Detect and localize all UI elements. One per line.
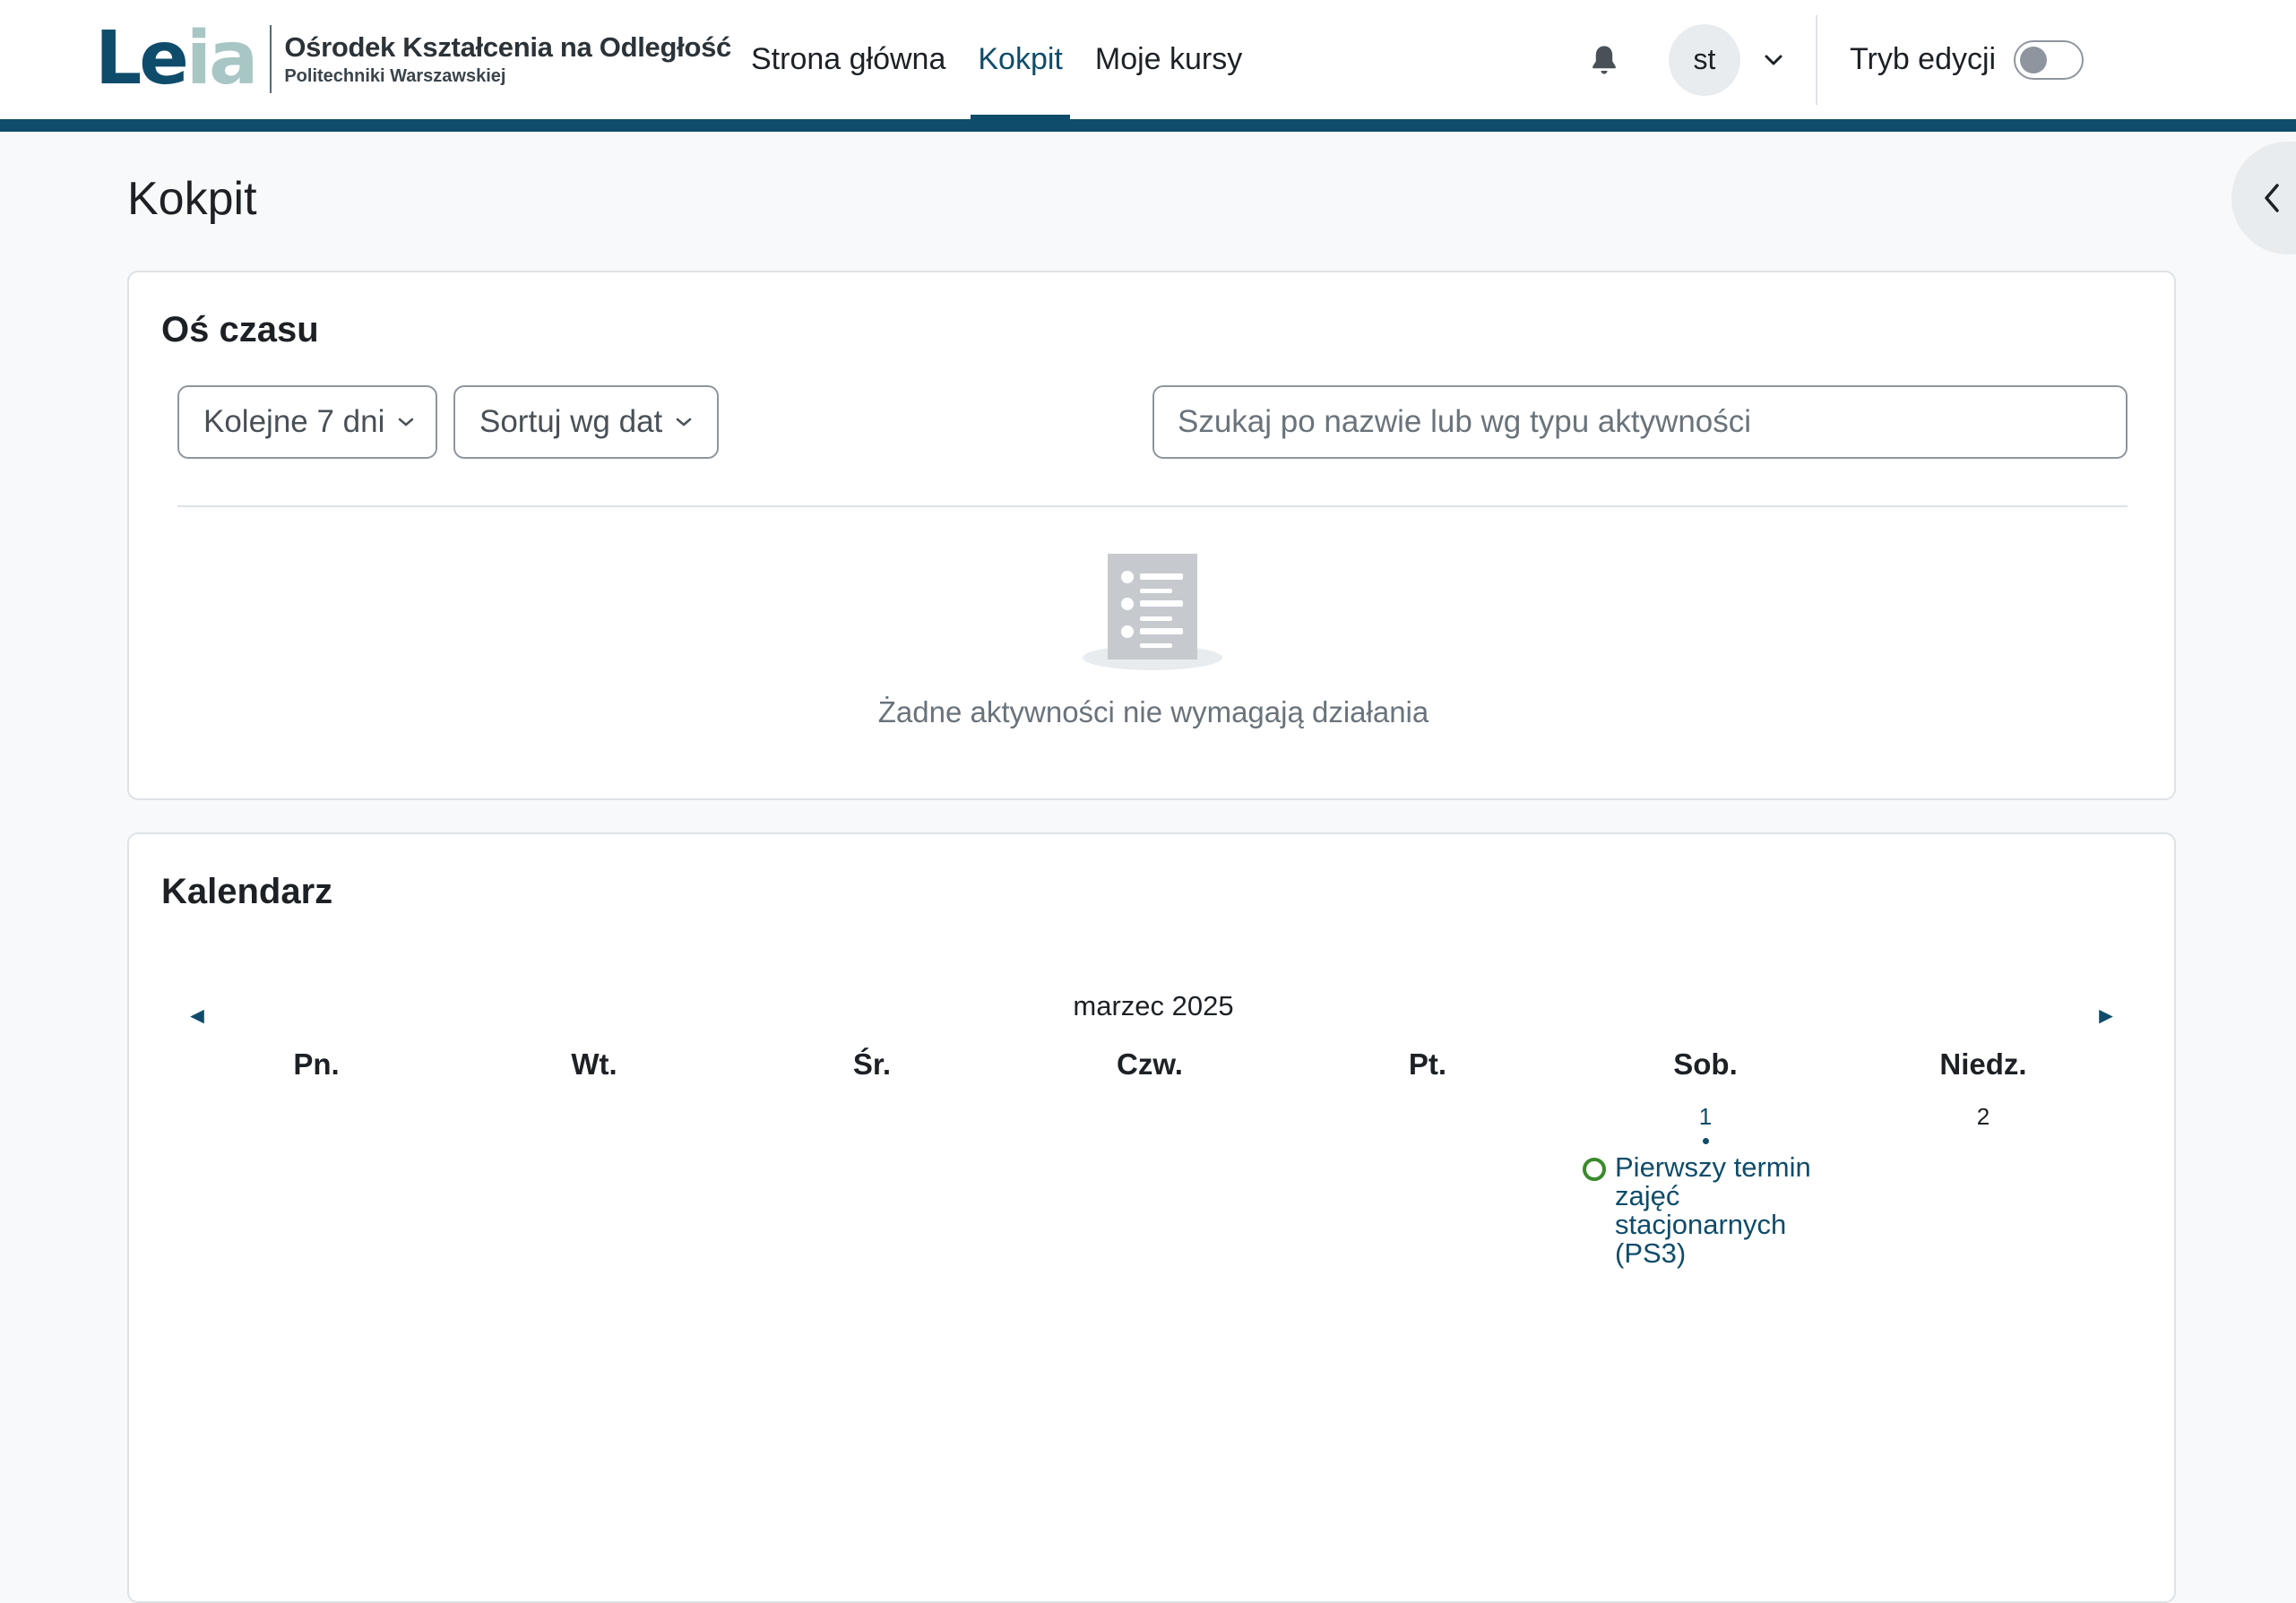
edit-mode-toggle-knob [2020, 46, 2048, 73]
timeline-search-input[interactable] [1152, 385, 2128, 459]
list-document-icon [1083, 554, 1222, 670]
timeline-sort-label: Sortuj wg dat [479, 404, 663, 439]
logo-divider [270, 25, 272, 93]
timeline-block: Oś czasu Kolejne 7 dni Sortuj wg dat Żad… [127, 271, 2176, 800]
page-title: Kokpit [127, 173, 257, 225]
navbar-user-area: st Tryb edycji [1577, 0, 2085, 119]
notifications-button[interactable] [1577, 33, 1631, 87]
brand-subtitle: Politechniki Warszawskiej [284, 65, 506, 86]
chevron-left-icon [2265, 184, 2279, 212]
edit-mode-label: Tryb edycji [1850, 42, 1997, 76]
weekday-label: Sob. [1673, 1047, 1738, 1081]
navbar-accent-bar [0, 119, 2296, 132]
chevron-down-icon [675, 417, 693, 427]
logo-text: Ośrodek Kształcenia na Odległość Politec… [284, 30, 731, 87]
calendar-block: Kalendarz ◄ marzec 2025 ► Pn. Wt. Śr. Cz… [127, 832, 2176, 1603]
chevron-down-icon [397, 417, 415, 427]
navbar-divider [1816, 14, 1817, 105]
calendar-day-cell: 2 [1844, 1103, 2122, 1282]
calendar-event-title: Pierwszy termin zajęć stacjonarnych (PS3… [1615, 1151, 1811, 1269]
nav-link-my-courses[interactable]: Moje kursy [1079, 0, 1258, 119]
edit-mode-toggle[interactable] [2014, 39, 2085, 80]
user-avatar[interactable]: st [1669, 23, 1740, 96]
open-block-drawer-button[interactable] [2231, 142, 2296, 254]
calendar-next-month-button[interactable]: ► [2088, 997, 2124, 1033]
calendar-event-dot [1702, 1138, 1709, 1144]
calendar-event-link[interactable]: Pierwszy termin zajęć stacjonarnych (PS3… [1583, 1153, 1844, 1268]
calendar-month-label: marzec 2025 [1073, 990, 1234, 1021]
bell-icon [1593, 45, 1616, 74]
timeline-sort-dropdown[interactable]: Sortuj wg dat [453, 385, 719, 459]
user-menu-toggle[interactable] [1760, 47, 1787, 73]
brand-logo[interactable]: Le ia Ośrodek Kształcenia na Odległość Po… [95, 22, 731, 97]
weekday-label: Czw. [1117, 1047, 1183, 1081]
chevron-down-icon [1765, 55, 1782, 65]
timeline-range-dropdown[interactable]: Kolejne 7 dni [177, 385, 437, 459]
calendar-day-empty [1289, 1103, 1567, 1282]
logo-mark: Le ia [95, 16, 258, 101]
logo-mark-right: ia [186, 16, 258, 101]
weekday-label: Pt. [1408, 1047, 1447, 1081]
timeline-title: Oś czasu [161, 310, 319, 349]
calendar-day-empty [177, 1103, 455, 1282]
calendar-day-cell: 1 Pierwszy termin zajęć stacjonarnych (P… [1567, 1103, 1844, 1282]
nav-link-dashboard[interactable]: Kokpit [962, 0, 1079, 119]
logo-mark-left: Le [95, 16, 189, 101]
nav-link-home[interactable]: Strona główna [735, 0, 962, 119]
weekday-label: Niedz. [1939, 1047, 2027, 1081]
calendar-day-empty [733, 1103, 1011, 1282]
timeline-divider [177, 505, 2128, 507]
calendar-weekday-header: Pn. Wt. Śr. Czw. Pt. Sob. Niedz. [177, 1047, 2122, 1082]
navbar: Le ia Ośrodek Kształcenia na Odległość Po… [0, 0, 2296, 119]
weekday-label: Śr. [852, 1047, 892, 1081]
weekday-label: Wt. [571, 1047, 617, 1081]
calendar-title: Kalendarz [161, 872, 333, 911]
calendar-day-empty [455, 1103, 733, 1282]
timeline-range-label: Kolejne 7 dni [203, 404, 385, 439]
calendar-day-empty [1011, 1103, 1289, 1282]
weekday-label: Pn. [293, 1047, 340, 1081]
brand-title: Ośrodek Kształcenia na Odległość [284, 31, 731, 64]
calendar-day-number[interactable]: 1 [1567, 1103, 1844, 1131]
timeline-empty-message: Żadne aktywności nie wymagają działania [877, 695, 1429, 728]
primary-navigation: Strona główna Kokpit Moje kursy [735, 0, 1258, 119]
event-circle-icon [1583, 1158, 1606, 1181]
calendar-day-number: 2 [1976, 1103, 1990, 1130]
calendar-week-row: 1 Pierwszy termin zajęć stacjonarnych (P… [177, 1103, 2122, 1282]
